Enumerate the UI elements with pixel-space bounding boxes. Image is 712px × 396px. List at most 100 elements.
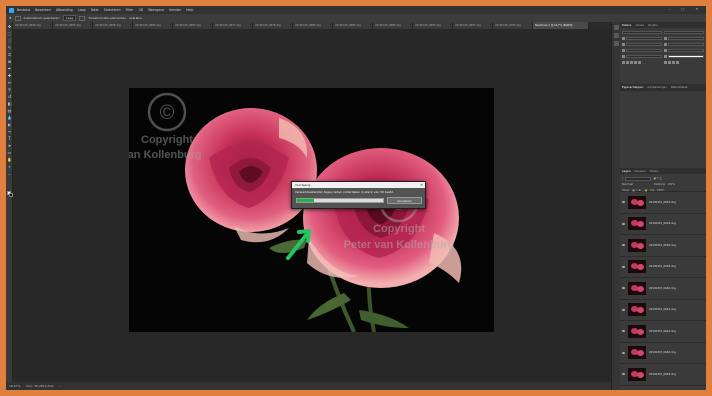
blur-tool-icon[interactable]: 💧 xyxy=(7,115,12,120)
menu-item-tekst[interactable]: Tekst xyxy=(91,8,99,12)
text-style-buttons[interactable] xyxy=(622,60,662,64)
document-image[interactable]: © Copyright Peter van Kollenburg © Copyr… xyxy=(129,88,494,332)
move-tool-icon[interactable]: ✥ xyxy=(9,16,12,20)
tab-alinea[interactable]: Alinea xyxy=(635,23,644,27)
document-tab[interactable]: 20190315_0689.dng xyxy=(373,22,413,29)
eye-icon[interactable] xyxy=(622,287,625,290)
menu-item-bewerken[interactable]: Bewerken xyxy=(35,8,51,12)
document-tab[interactable]: 20190315_0684.dng xyxy=(333,22,373,29)
kerning-field[interactable] xyxy=(622,42,662,46)
eraser-tool-icon[interactable]: ◧ xyxy=(7,101,12,106)
menu-item-help[interactable]: Help xyxy=(186,8,193,12)
close-icon[interactable]: ✕ xyxy=(420,182,423,188)
minimize-icon[interactable]: – xyxy=(669,7,671,11)
type-tool-icon[interactable]: T xyxy=(7,136,12,141)
baseline-field[interactable] xyxy=(622,54,662,58)
eye-icon[interactable] xyxy=(622,308,625,311)
layer-row[interactable]: 20190315_0648.dng xyxy=(620,364,706,386)
move-tool-icon[interactable]: ✥ xyxy=(7,24,12,29)
layer-row[interactable]: 20190315_0644.dng xyxy=(620,321,706,343)
menu-item-afbeelding[interactable]: Afbeelding xyxy=(56,8,73,12)
history-panel-icon[interactable] xyxy=(614,25,619,30)
opacity-value[interactable]: 100% xyxy=(667,183,674,186)
tab-glyphs[interactable]: Glyphs xyxy=(648,23,658,27)
menu-item-selecteren[interactable]: Selecteren xyxy=(104,8,121,12)
history-brush-tool-icon[interactable]: ↺ xyxy=(7,94,12,99)
text-color-field[interactable] xyxy=(664,54,704,58)
canvas-area[interactable]: © Copyright Peter van Kollenburg © Copyr… xyxy=(13,29,611,382)
document-tab[interactable]: 20190315_0653.dng xyxy=(53,22,93,29)
tracking-field[interactable] xyxy=(664,42,704,46)
crop-tool-icon[interactable]: ⌗ xyxy=(7,52,12,57)
document-tab[interactable]: 20190315_0702.dng xyxy=(493,22,533,29)
document-tab[interactable]: 20190315_0671.dng xyxy=(213,22,253,29)
lasso-tool-icon[interactable]: ◌ xyxy=(7,38,12,43)
color-panel-icon[interactable] xyxy=(614,41,619,46)
more-tools-icon[interactable]: … xyxy=(7,171,12,176)
auto-select-dropdown[interactable]: Laag xyxy=(63,15,77,21)
swatches-panel-icon[interactable] xyxy=(614,33,619,38)
menu-item-filter[interactable]: Filter xyxy=(126,8,134,12)
filter-icons[interactable]: ▣ T ◫ xyxy=(653,177,661,180)
eye-icon[interactable] xyxy=(622,351,625,354)
shape-tool-icon[interactable]: ▭ xyxy=(7,150,12,155)
gradient-tool-icon[interactable]: ▤ xyxy=(7,108,12,113)
eyedropper-tool-icon[interactable]: ✒ xyxy=(7,66,12,71)
menu-item-bestand[interactable]: Bestand xyxy=(17,8,30,12)
document-tab[interactable]: 20190315_0697.dng xyxy=(453,22,493,29)
layer-row[interactable]: 20190315_0646.dng xyxy=(620,343,706,364)
fill-value[interactable]: 100% xyxy=(657,189,664,192)
document-tab[interactable]: 20190315_0676.dng xyxy=(253,22,293,29)
document-tab[interactable]: 20190315_0649.dng xyxy=(13,22,53,29)
document-tab[interactable]: 20190315_0662.dng xyxy=(133,22,173,29)
layer-row[interactable]: 20190315_0638.dng xyxy=(620,257,706,278)
horizontal-scale-field[interactable] xyxy=(664,48,704,52)
layer-row[interactable]: 20190315_0634.dng xyxy=(620,214,706,235)
document-tab[interactable]: 20190315_0667.dng xyxy=(173,22,213,29)
eye-icon[interactable] xyxy=(622,222,625,225)
tab-lagen[interactable]: Lagen xyxy=(622,169,631,173)
search-icon[interactable]: ⌕ xyxy=(622,177,623,180)
align-icon[interactable]: ⊟ ⊞ ⊠ ⊡ xyxy=(129,16,142,20)
layer-row[interactable]: 20190315_0640.dng xyxy=(620,278,706,300)
layer-row[interactable]: 20190315_0636.dng xyxy=(620,235,706,257)
layer-row[interactable]: 20190315_0642.dng xyxy=(620,300,706,321)
tab-tekens[interactable]: Tekens xyxy=(622,23,631,27)
pen-tool-icon[interactable]: ✑ xyxy=(7,129,12,134)
transform-controls-checkbox[interactable] xyxy=(79,15,86,21)
eye-icon[interactable] xyxy=(622,373,625,376)
auto-select-checkbox[interactable] xyxy=(14,15,21,21)
chevron-right-icon[interactable]: › xyxy=(60,384,61,388)
maximize-icon[interactable]: □ xyxy=(681,7,684,11)
eye-icon[interactable] xyxy=(622,201,625,204)
eye-icon[interactable] xyxy=(622,244,625,247)
leading-field[interactable] xyxy=(664,36,704,40)
font-size-field[interactable] xyxy=(622,36,662,40)
hand-tool-icon[interactable]: ✋ xyxy=(7,157,12,162)
menu-item-venster[interactable]: Venster xyxy=(169,8,181,12)
vertical-scale-field[interactable] xyxy=(622,48,662,52)
font-style-field[interactable] xyxy=(664,30,704,34)
tab-kanalen[interactable]: Kanalen xyxy=(635,169,646,173)
layer-filter-dropdown[interactable] xyxy=(625,176,652,181)
tab-eigenschappen[interactable]: Eigenschappen xyxy=(622,85,643,89)
document-tab[interactable]: 20190315_0658.dng xyxy=(93,22,133,29)
tab-bibliotheken[interactable]: Bibliotheken xyxy=(671,85,688,89)
menu-item-3d[interactable]: 3D xyxy=(139,8,143,12)
dodge-tool-icon[interactable]: ◐ xyxy=(7,122,12,127)
frame-tool-icon[interactable]: ⊠ xyxy=(7,59,12,64)
brush-tool-icon[interactable]: ✏ xyxy=(7,80,12,85)
marquee-tool-icon[interactable]: ⬚ xyxy=(7,31,12,36)
eye-icon[interactable] xyxy=(622,330,625,333)
eye-icon[interactable] xyxy=(622,265,625,268)
photoshop-logo-icon[interactable] xyxy=(9,7,14,13)
blend-mode-dropdown[interactable]: Normaal xyxy=(622,183,652,186)
quick-select-tool-icon[interactable]: ✎ xyxy=(7,45,12,50)
zoom-tool-icon[interactable]: ⌕ xyxy=(7,164,12,169)
font-family-field[interactable] xyxy=(622,30,662,34)
document-tab[interactable]: 20190315_0680.dng xyxy=(293,22,333,29)
zoom-level[interactable]: 16,67% xyxy=(9,384,20,388)
document-tab-active[interactable]: Naamloos-1 @ 16,7% (RGB/8) xyxy=(533,22,589,29)
menu-item-laag[interactable]: Laag xyxy=(78,8,86,12)
document-tab[interactable]: 20190315_0693.dng xyxy=(413,22,453,29)
